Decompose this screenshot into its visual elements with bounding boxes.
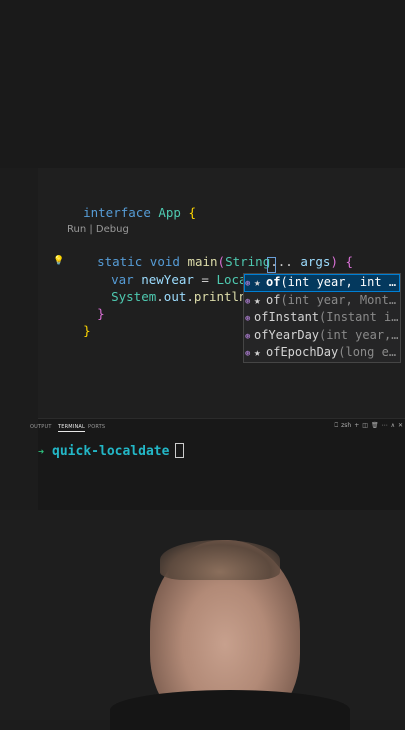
tab-terminal[interactable]: TERMINAL: [58, 424, 86, 432]
suggestion-name: of: [266, 275, 281, 289]
star-icon: ★: [254, 276, 261, 289]
prompt-directory: quick-localdate: [52, 444, 170, 459]
terminal-prompt[interactable]: ➜ quick-localdate: [38, 443, 185, 459]
dot: .: [156, 289, 164, 304]
keyword: interface: [83, 205, 151, 220]
prompt-arrow-icon: ➜: [38, 447, 45, 458]
suggestion-detail: (int year, int …: [280, 275, 397, 289]
more-icon[interactable]: ⋯: [382, 422, 388, 429]
suggestion-detail: (Instant i…: [319, 310, 399, 325]
suggestion-item[interactable]: ⊛ ofYearDay(int year,…: [244, 327, 400, 345]
suggestion-item[interactable]: ⊛ ★ of(int year, Mont…: [244, 292, 400, 310]
terminal-panel[interactable]: OUTPUT TERMINAL PORTS ⎕ zsh + ◫ 🗑 ⋯ ∧ ✕ ➜ quick-…: [30, 418, 405, 511]
suggestion-name: ofInstant: [254, 310, 320, 325]
presenter-shoulders-image: [110, 690, 350, 730]
method-icon: ⊛: [245, 349, 251, 360]
split-icon[interactable]: ◫: [362, 422, 368, 429]
presenter-hair-image: [160, 540, 280, 580]
shell-label[interactable]: zsh: [341, 422, 351, 429]
suggestion-name: of: [266, 292, 281, 307]
star-icon: ★: [254, 293, 261, 307]
text-cursor: [267, 257, 276, 273]
video-top-background: [0, 0, 405, 168]
method-icon: ⊛: [245, 314, 251, 325]
tab-ports[interactable]: PORTS: [88, 424, 105, 430]
code-editor[interactable]: interface App { Run | Debug static void …: [38, 168, 405, 418]
brace: }: [83, 323, 91, 338]
suggestion-item[interactable]: ⊛ ★ of(int year, int …: [244, 274, 400, 292]
class-name: App: [158, 205, 181, 220]
suggestion-widget[interactable]: ⊛ ★ of(int year, int … ⊛ ★ of(int year, Mont…: [243, 273, 401, 363]
method-icon: ⊛: [245, 296, 251, 307]
trash-icon[interactable]: 🗑: [371, 422, 379, 429]
suggestion-detail: (long e…: [338, 345, 397, 360]
lightbulb-icon[interactable]: 💡: [53, 256, 64, 266]
terminal-icon[interactable]: ⎕: [335, 422, 339, 429]
method-icon: ⊛: [245, 279, 251, 289]
paren: ): [330, 254, 338, 269]
suggestion-item[interactable]: ⊛ ofInstant(Instant i…: [244, 309, 400, 327]
suggestion-item[interactable]: ⊛ ★ ofEpochDay(long e…: [244, 344, 400, 362]
close-icon[interactable]: ✕: [398, 422, 403, 429]
dot: .: [186, 289, 194, 304]
suggestion-name: ofYearDay: [254, 327, 320, 342]
panel-toolbar: ⎕ zsh + ◫ 🗑 ⋯ ∧ ✕: [332, 422, 403, 430]
method-call: println: [193, 289, 247, 304]
codelens-run-debug[interactable]: Run | Debug: [67, 224, 129, 235]
terminal-cursor: [175, 443, 185, 458]
brace: {: [345, 254, 354, 269]
tab-output[interactable]: OUTPUT: [30, 424, 52, 430]
add-icon[interactable]: +: [354, 422, 359, 429]
brace: {: [188, 205, 197, 220]
field-name: out: [163, 289, 187, 304]
type-name: System: [111, 289, 157, 304]
chevron-up-icon[interactable]: ∧: [391, 422, 395, 429]
code-line-6[interactable]: }: [53, 307, 91, 355]
star-icon: ★: [254, 346, 261, 360]
brace: }: [97, 306, 105, 321]
suggestion-detail: (int year,…: [319, 327, 399, 342]
method-icon: ⊛: [245, 331, 251, 342]
suggestion-name: ofEpochDay: [266, 345, 339, 360]
suggestion-detail: (int year, Mont…: [280, 292, 397, 307]
